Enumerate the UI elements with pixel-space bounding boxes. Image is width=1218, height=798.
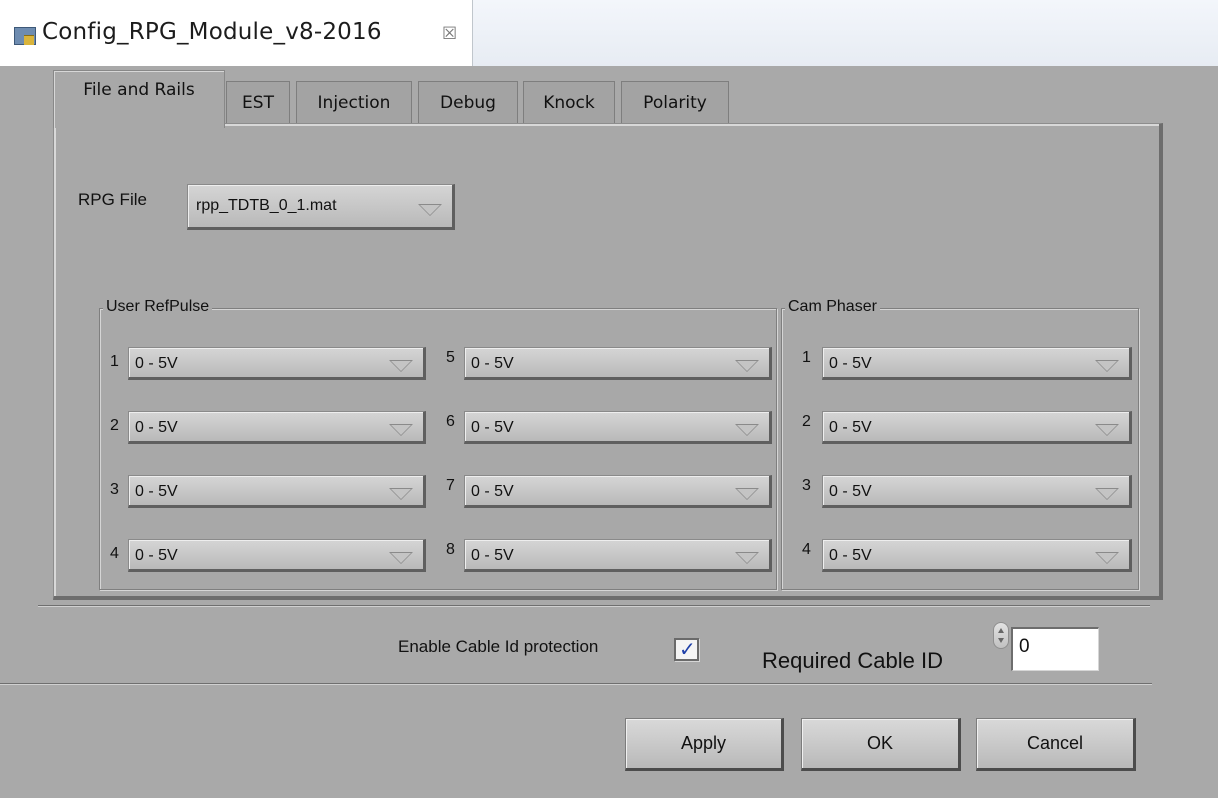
tab-label: File and Rails	[83, 80, 195, 100]
chevron-down-icon	[735, 424, 759, 436]
chevron-down-icon	[389, 488, 413, 500]
required-cable-id-input[interactable]: 0	[1011, 627, 1099, 671]
refpulse-3-dropdown[interactable]: 0 - 5V	[128, 475, 426, 508]
row-number: 4	[802, 541, 811, 558]
user-refpulse-title: User RefPulse	[103, 298, 213, 316]
dropdown-value: 0 - 5V	[135, 547, 178, 564]
chevron-down-icon	[1095, 424, 1119, 436]
cam-phaser-3-dropdown[interactable]: 0 - 5V	[822, 475, 1132, 508]
chevron-down-icon	[735, 552, 759, 564]
dropdown-value: 0 - 5V	[135, 355, 178, 372]
cancel-button[interactable]: Cancel	[976, 718, 1136, 771]
chevron-down-icon	[389, 424, 413, 436]
refpulse-1-dropdown[interactable]: 0 - 5V	[128, 347, 426, 380]
row-number: 8	[446, 541, 455, 558]
tab-strip-background	[472, 0, 1218, 67]
row-number: 2	[110, 417, 119, 434]
refpulse-7-dropdown[interactable]: 0 - 5V	[464, 475, 772, 508]
separator	[38, 605, 1150, 606]
row-number: 5	[446, 349, 455, 366]
dropdown-value: 0 - 5V	[829, 483, 872, 500]
chevron-down-icon	[1095, 488, 1119, 500]
checkmark-icon: ✓	[679, 637, 696, 661]
row-number: 1	[110, 353, 119, 370]
enable-cable-id-label: Enable Cable Id protection	[398, 637, 599, 656]
user-refpulse-group: User RefPulse 1 0 - 5V 2 0 - 5V 3 0 - 5V…	[99, 298, 777, 590]
separator	[0, 683, 1152, 684]
tab-polarity[interactable]: Polarity	[621, 81, 729, 125]
row-number: 4	[110, 545, 119, 562]
close-icon[interactable]: ☒	[442, 24, 457, 44]
rpg-file-value: rpp_TDTB_0_1.mat	[196, 197, 337, 214]
chevron-down-icon	[389, 552, 413, 564]
dropdown-value: 0 - 5V	[471, 547, 514, 564]
editor-tab-bar: Config_RPG_Module_v8-2016 ☒	[0, 0, 1218, 67]
cam-phaser-1-dropdown[interactable]: 0 - 5V	[822, 347, 1132, 380]
arrow-up-icon[interactable]	[998, 628, 1004, 633]
tab-debug[interactable]: Debug	[418, 81, 518, 125]
tab-label: Knock	[543, 93, 595, 113]
apply-button[interactable]: Apply	[625, 718, 784, 771]
enable-cable-id-checkbox[interactable]: ✓	[674, 637, 699, 661]
ok-button[interactable]: OK	[801, 718, 961, 771]
row-number: 3	[802, 477, 811, 494]
dropdown-value: 0 - 5V	[829, 419, 872, 436]
row-number: 6	[446, 413, 455, 430]
cam-phaser-4-dropdown[interactable]: 0 - 5V	[822, 539, 1132, 572]
tab-label: EST	[242, 93, 274, 113]
chevron-down-icon	[735, 488, 759, 500]
tab-injection[interactable]: Injection	[296, 81, 412, 125]
module-icon	[14, 27, 36, 45]
arrow-down-icon[interactable]	[998, 638, 1004, 643]
refpulse-8-dropdown[interactable]: 0 - 5V	[464, 539, 772, 572]
tab-file-and-rails[interactable]: File and Rails	[53, 70, 225, 128]
cam-phaser-2-dropdown[interactable]: 0 - 5V	[822, 411, 1132, 444]
tab-knock[interactable]: Knock	[523, 81, 615, 125]
row-number: 2	[802, 413, 811, 430]
rpg-file-dropdown[interactable]: rpp_TDTB_0_1.mat	[187, 184, 455, 230]
refpulse-2-dropdown[interactable]: 0 - 5V	[128, 411, 426, 444]
refpulse-6-dropdown[interactable]: 0 - 5V	[464, 411, 772, 444]
dropdown-value: 0 - 5V	[135, 483, 178, 500]
chevron-down-icon	[389, 360, 413, 372]
chevron-down-icon	[735, 360, 759, 372]
required-cable-id-label: Required Cable ID	[762, 648, 943, 673]
dropdown-value: 0 - 5V	[471, 419, 514, 436]
cable-id-spinner[interactable]	[993, 622, 1009, 649]
row-number: 1	[802, 349, 811, 366]
dropdown-value: 0 - 5V	[829, 547, 872, 564]
cam-phaser-group: Cam Phaser 1 0 - 5V 2 0 - 5V 3 0 - 5V 4 …	[781, 298, 1139, 590]
dropdown-value: 0 - 5V	[829, 355, 872, 372]
editor-tab[interactable]: Config_RPG_Module_v8-2016 ☒	[0, 0, 473, 66]
refpulse-4-dropdown[interactable]: 0 - 5V	[128, 539, 426, 572]
row-number: 3	[110, 481, 119, 498]
rpg-file-label: RPG File	[78, 190, 147, 209]
editor-tab-title: Config_RPG_Module_v8-2016	[42, 19, 382, 45]
tab-panel-file-and-rails: RPG File rpp_TDTB_0_1.mat User RefPulse …	[53, 123, 1163, 600]
dropdown-value: 0 - 5V	[471, 355, 514, 372]
tab-label: Injection	[317, 93, 391, 113]
tab-label: Debug	[440, 93, 496, 113]
refpulse-5-dropdown[interactable]: 0 - 5V	[464, 347, 772, 380]
chevron-down-icon	[1095, 552, 1119, 564]
chevron-down-icon	[1095, 360, 1119, 372]
chevron-down-icon	[418, 204, 442, 216]
cam-phaser-title: Cam Phaser	[785, 298, 880, 316]
dropdown-value: 0 - 5V	[471, 483, 514, 500]
tab-label: Polarity	[643, 93, 707, 113]
tab-est[interactable]: EST	[226, 81, 290, 125]
row-number: 7	[446, 477, 455, 494]
dropdown-value: 0 - 5V	[135, 419, 178, 436]
